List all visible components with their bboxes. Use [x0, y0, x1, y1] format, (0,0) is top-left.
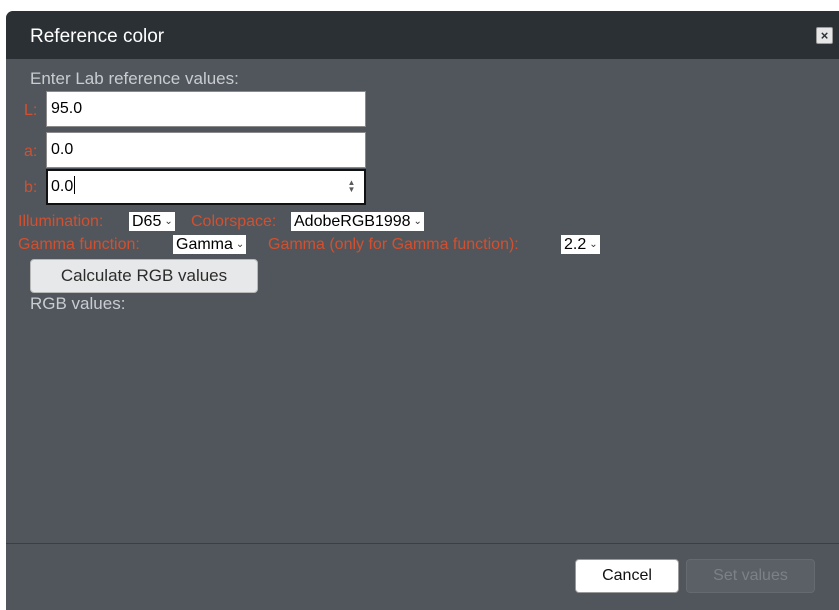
a-input[interactable]: 0.0	[46, 132, 366, 168]
L-input[interactable]: 95.0	[46, 91, 366, 127]
reference-color-dialog: Reference color × Enter Lab reference va…	[6, 11, 839, 610]
colorspace-value: AdobeRGB1998	[294, 213, 411, 230]
colorspace-select[interactable]: AdobeRGB1998 ⌄	[291, 212, 424, 231]
calculate-rgb-button[interactable]: Calculate RGB values	[30, 259, 258, 293]
set-values-button[interactable]: Set values	[686, 559, 815, 593]
close-icon[interactable]: ×	[816, 27, 833, 44]
a-value: 0.0	[51, 141, 74, 158]
rgb-values-label: RGB values:	[30, 294, 126, 313]
b-value: 0.0	[51, 178, 74, 195]
footer-divider	[6, 543, 839, 544]
intro-label: Enter Lab reference values:	[30, 69, 239, 88]
chevron-down-icon: ⌄	[589, 239, 598, 250]
dialog-title: Reference color	[30, 26, 165, 47]
illumination-value: D65	[132, 213, 162, 230]
chevron-down-icon: ⌄	[413, 216, 422, 227]
text-caret	[74, 176, 76, 194]
a-label: a:	[24, 143, 38, 160]
chevron-down-icon: ⌄	[235, 239, 245, 250]
gamma-function-label: Gamma function:	[18, 236, 140, 253]
colorspace-label: Colorspace:	[191, 213, 277, 230]
cancel-button[interactable]: Cancel	[575, 559, 679, 593]
illumination-label: Illumination:	[18, 213, 104, 230]
b-label: b:	[24, 179, 38, 196]
gamma-value-select[interactable]: 2.2 ⌄	[561, 235, 600, 254]
gamma-value-value: 2.2	[564, 236, 587, 253]
illumination-select[interactable]: D65 ⌄	[129, 212, 175, 231]
dialog-titlebar: Reference color ×	[6, 11, 839, 59]
L-value: 95.0	[51, 100, 83, 117]
chevron-down-icon: ⌄	[164, 216, 173, 227]
window-top-strip	[0, 0, 839, 11]
gamma-function-select[interactable]: Gamma ⌄	[173, 235, 247, 254]
gamma-function-value: Gamma	[176, 236, 233, 253]
gamma-value-label: Gamma (only for Gamma function):	[268, 236, 519, 253]
spinner-icon[interactable]: ▲ ▼	[347, 179, 356, 195]
L-label: L:	[24, 102, 38, 119]
b-input[interactable]: 0.0 ▲ ▼	[46, 169, 366, 205]
